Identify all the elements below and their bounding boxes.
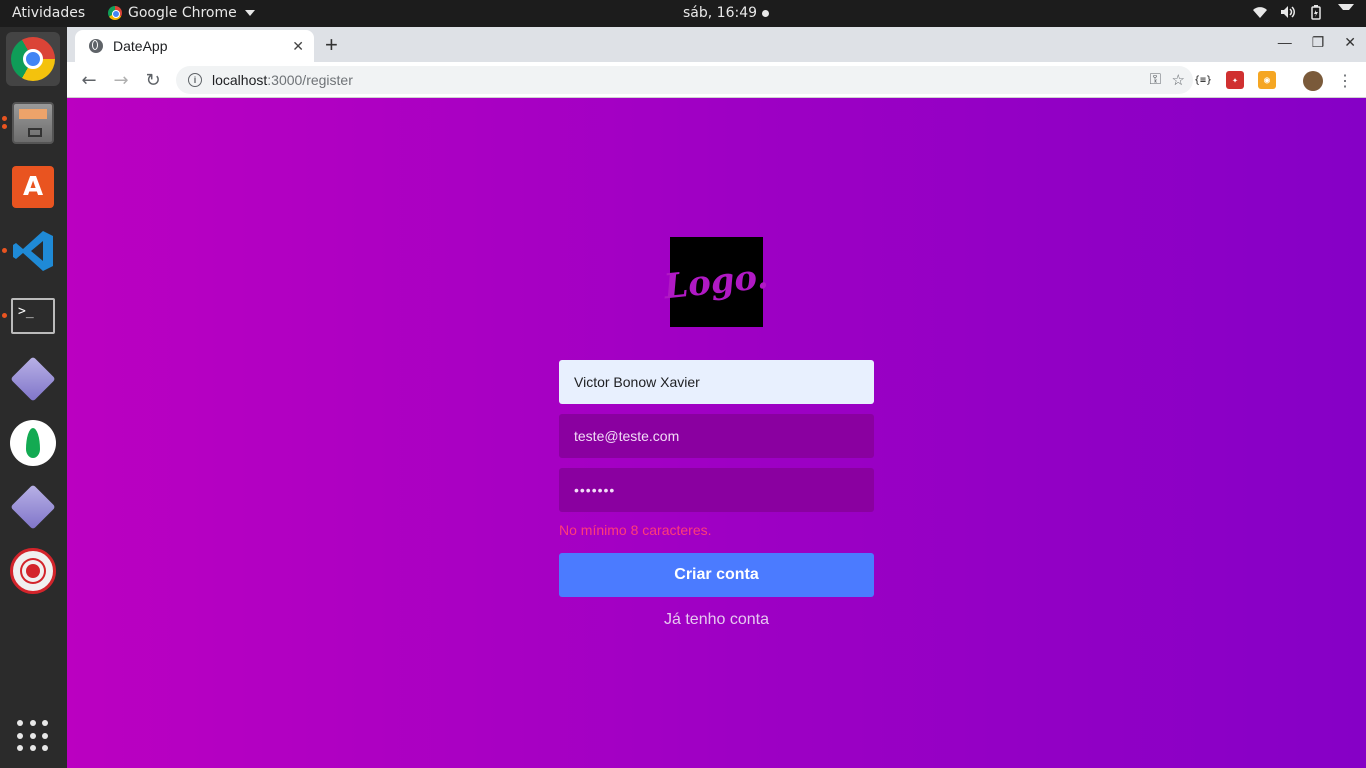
back-button[interactable]: ← — [77, 68, 101, 92]
extension-icon[interactable]: ✦ — [1226, 71, 1244, 89]
close-tab-icon[interactable]: ✕ — [292, 38, 304, 55]
dock-diamond-app[interactable] — [6, 352, 60, 406]
diamond-app-icon — [10, 484, 56, 530]
clock-label: sáb, 16:49 — [683, 5, 758, 21]
battery-icon — [1308, 4, 1324, 20]
software-store-icon: A — [12, 166, 54, 208]
dock-atom[interactable] — [6, 544, 60, 598]
reload-button[interactable]: ↻ — [141, 68, 165, 92]
browser-window: DateApp ✕ + — ❐ ✕ ← → ↻ i localhost:3000… — [67, 27, 1366, 768]
dock-vscode[interactable] — [6, 224, 60, 278]
email-input-value: teste@teste.com — [574, 428, 680, 444]
logo-text: Logo. — [662, 256, 771, 308]
globe-icon — [89, 39, 103, 53]
window-controls: — ❐ ✕ — [1278, 34, 1356, 51]
extension-icon[interactable]: ◉ — [1258, 71, 1276, 89]
json-extension-icon[interactable]: {≡} — [1194, 71, 1212, 89]
terminal-icon: >_ — [11, 298, 55, 334]
chrome-icon — [108, 6, 122, 20]
tab-title: DateApp — [113, 38, 168, 54]
address-bar[interactable]: i localhost:3000/register ⚿ ☆ — [176, 66, 1193, 94]
site-info-icon[interactable]: i — [188, 73, 202, 87]
name-input-value: Victor Bonow Xavier — [574, 374, 700, 390]
create-account-button[interactable]: Criar conta — [559, 553, 874, 597]
tab-dateapp[interactable]: DateApp ✕ — [75, 30, 314, 62]
diamond-app-icon — [10, 356, 56, 402]
vscode-icon — [13, 231, 53, 271]
dock-mongodb-compass[interactable] — [6, 416, 60, 470]
volume-icon — [1280, 4, 1296, 20]
clock[interactable]: sáb, 16:49 — [683, 5, 770, 21]
system-top-bar: Atividades Google Chrome sáb, 16:49 — [0, 0, 1366, 27]
password-error-message: No mínimo 8 caracteres. — [559, 522, 712, 538]
show-apps-icon[interactable] — [17, 720, 49, 752]
chevron-down-icon — [1338, 4, 1354, 20]
minimize-icon[interactable]: — — [1278, 34, 1292, 51]
profile-avatar[interactable] — [1303, 71, 1323, 91]
tab-strip: DateApp ✕ + — ❐ ✕ — [67, 27, 1366, 62]
dock-chrome[interactable] — [6, 32, 60, 86]
name-input[interactable]: Victor Bonow Xavier — [559, 360, 874, 404]
files-icon — [12, 102, 54, 144]
url-path: :3000/register — [267, 72, 353, 88]
wifi-icon — [1252, 4, 1268, 20]
forward-button[interactable]: → — [109, 68, 133, 92]
mongodb-compass-icon — [10, 420, 56, 466]
chevron-down-icon — [244, 10, 255, 16]
activities-button[interactable]: Atividades — [12, 5, 85, 21]
dock-files[interactable] — [6, 96, 60, 150]
register-page: Logo. Victor Bonow Xavier teste@teste.co… — [67, 98, 1366, 768]
app-menu[interactable]: Google Chrome — [108, 5, 255, 21]
restore-icon[interactable]: ❐ — [1312, 34, 1325, 51]
notification-dot-icon — [762, 9, 770, 17]
menu-dots-icon[interactable]: ⋮ — [1336, 71, 1354, 90]
chrome-icon — [11, 37, 55, 81]
new-tab-button[interactable]: + — [325, 32, 338, 58]
close-window-icon[interactable]: ✕ — [1344, 34, 1356, 51]
login-link[interactable]: Já tenho conta — [559, 611, 874, 629]
dock-software-store[interactable]: A — [6, 160, 60, 214]
key-icon[interactable]: ⚿ — [1150, 71, 1161, 88]
system-tray[interactable] — [1252, 4, 1354, 20]
url-host: localhost — [212, 72, 268, 88]
logo: Logo. — [663, 237, 770, 327]
atom-icon — [10, 548, 56, 594]
password-input-value: ••••••• — [574, 482, 616, 498]
bookmark-star-icon[interactable]: ☆ — [1172, 71, 1185, 89]
browser-toolbar: ← → ↻ i localhost:3000/register ⚿ ☆ {≡} … — [67, 62, 1366, 98]
dock-terminal[interactable]: >_ — [6, 289, 60, 343]
app-menu-label: Google Chrome — [128, 5, 237, 21]
email-input[interactable]: teste@teste.com — [559, 414, 874, 458]
dock-diamond-app[interactable] — [6, 480, 60, 534]
password-input[interactable]: ••••••• — [559, 468, 874, 512]
dock: A >_ — [0, 27, 67, 768]
